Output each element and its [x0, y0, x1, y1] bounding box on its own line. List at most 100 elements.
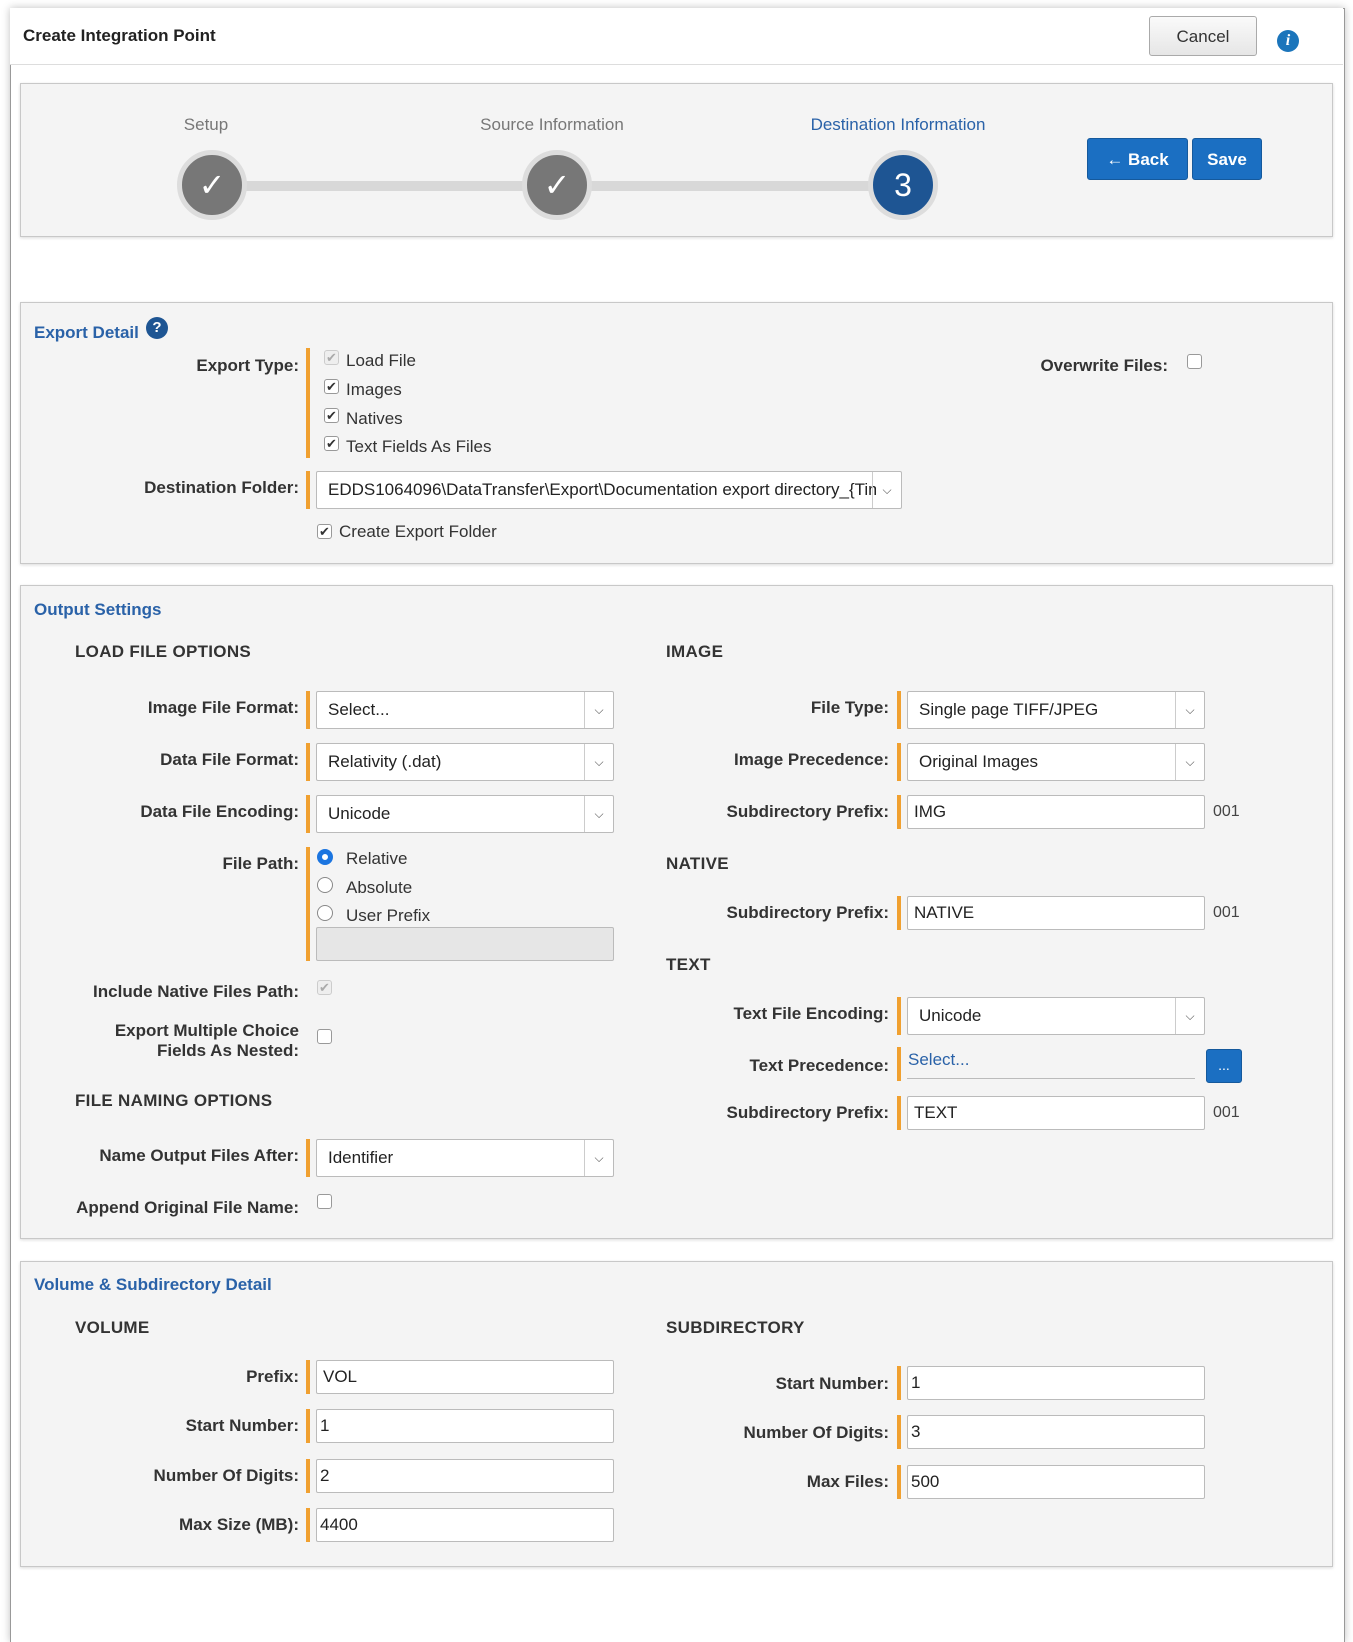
image-file-format-label: Image File Format: — [147, 698, 299, 717]
text-precedence-label: Text Precedence: — [749, 1056, 889, 1075]
export-type-images-checkbox[interactable] — [324, 379, 339, 394]
chevron-down-icon: ⌵ — [1175, 692, 1204, 728]
export-type-loadfile-checkbox — [324, 350, 339, 365]
native-subdir-prefix-label: Subdirectory Prefix: — [726, 903, 890, 922]
file-path-absolute-radio[interactable] — [317, 877, 333, 893]
export-type-natives-checkbox[interactable] — [324, 408, 339, 423]
file-naming-options-heading: FILE NAMING OPTIONS — [75, 1091, 273, 1110]
append-original-checkbox[interactable] — [317, 1194, 332, 1209]
cancel-button[interactable]: Cancel — [1149, 16, 1257, 56]
volume-digits-input[interactable]: 2 — [316, 1459, 614, 1493]
required-marker — [306, 1409, 310, 1443]
save-button[interactable]: Save — [1192, 138, 1262, 180]
export-type-natives-label: Natives — [346, 409, 403, 428]
data-file-format-value: Relativity (.dat) — [328, 752, 442, 771]
name-output-files-value: Identifier — [328, 1148, 394, 1167]
chevron-down-icon: ⌵ — [872, 472, 901, 508]
create-export-folder-checkbox[interactable] — [317, 524, 332, 539]
step-destination-label: Destination Information — [810, 115, 986, 134]
export-type-textfields-label: Text Fields As Files — [346, 437, 492, 456]
volume-start-number-input[interactable]: 1 — [316, 1409, 614, 1443]
data-file-encoding-select[interactable]: Unicode ⌵ — [316, 795, 614, 833]
subdir-digits-input[interactable]: 3 — [907, 1415, 1205, 1449]
step-source-label: Source Information — [480, 115, 624, 134]
back-button[interactable]: ← Back — [1087, 138, 1188, 180]
required-marker — [897, 1047, 901, 1081]
image-subdir-suffix: 001 — [1213, 803, 1240, 820]
step-setup-check-icon[interactable]: ✓ — [177, 150, 247, 220]
max-size-label: Max Size (MB): — [179, 1515, 299, 1534]
native-subdir-prefix-input[interactable]: NATIVE — [907, 896, 1205, 930]
image-file-format-select[interactable]: Select... ⌵ — [316, 691, 614, 729]
export-type-textfields-checkbox[interactable] — [324, 436, 339, 451]
file-type-value: Single page TIFF/JPEG — [919, 700, 1099, 719]
export-detail-title: Export Detail — [34, 323, 139, 342]
info-icon[interactable]: i — [1277, 30, 1299, 52]
file-path-userprefix-radio[interactable] — [317, 905, 333, 921]
text-file-encoding-select[interactable]: Unicode ⌵ — [907, 997, 1205, 1035]
file-path-userprefix-label: User Prefix — [346, 906, 431, 925]
required-marker — [306, 795, 310, 833]
required-marker — [306, 471, 310, 509]
user-prefix-input[interactable] — [316, 927, 614, 961]
step-connector — [212, 181, 552, 191]
image-file-format-value: Select... — [328, 700, 390, 719]
required-marker — [897, 1415, 901, 1449]
volume-prefix-input[interactable]: VOL — [316, 1360, 614, 1394]
required-marker — [897, 997, 901, 1035]
output-settings-title: Output Settings — [34, 600, 162, 619]
required-marker — [306, 348, 310, 458]
file-path-relative-radio[interactable] — [317, 849, 333, 865]
destination-folder-select[interactable]: EDDS1064096\DataTransfer\Export\Document… — [316, 471, 902, 509]
overwrite-files-checkbox[interactable] — [1187, 354, 1202, 369]
required-marker — [306, 1360, 310, 1394]
export-multiple-nested-checkbox[interactable] — [317, 1029, 332, 1044]
include-native-path-label: Include Native Files Path: — [93, 982, 299, 1001]
text-subdir-suffix: 001 — [1213, 1104, 1240, 1121]
data-file-encoding-label: Data File Encoding: — [140, 802, 299, 821]
export-detail-panel — [20, 302, 1333, 564]
image-precedence-select[interactable]: Original Images ⌵ — [907, 743, 1205, 781]
text-precedence-select[interactable]: Select... — [908, 1050, 969, 1070]
required-marker — [897, 1366, 901, 1400]
native-heading: NATIVE — [666, 854, 729, 873]
step-connector — [558, 181, 898, 191]
destination-folder-value: EDDS1064096\DataTransfer\Export\Document… — [328, 480, 876, 499]
required-marker — [306, 1508, 310, 1542]
file-path-label: File Path: — [222, 854, 299, 873]
data-file-format-select[interactable]: Relativity (.dat) ⌵ — [316, 743, 614, 781]
name-output-files-select[interactable]: Identifier ⌵ — [316, 1139, 614, 1177]
required-marker — [897, 795, 901, 829]
text-precedence-picker-button[interactable]: ... — [1206, 1049, 1242, 1083]
image-heading: IMAGE — [666, 642, 724, 661]
step-destination-number: 3 — [868, 150, 938, 220]
volume-subdirectory-title: Volume & Subdirectory Detail — [34, 1275, 272, 1294]
text-subdir-prefix-input[interactable]: TEXT — [907, 1096, 1205, 1130]
image-precedence-value: Original Images — [919, 752, 1039, 771]
data-file-encoding-value: Unicode — [328, 804, 391, 823]
volume-start-number-label: Start Number: — [185, 1416, 299, 1435]
text-precedence-underline — [907, 1078, 1195, 1079]
max-size-input[interactable]: 4400 — [316, 1508, 614, 1542]
image-subdir-prefix-input[interactable]: IMG — [907, 795, 1205, 829]
append-original-label: Append Original File Name: — [76, 1198, 299, 1217]
required-marker — [897, 1096, 901, 1130]
required-marker — [306, 847, 310, 961]
step-setup-label: Setup — [183, 115, 229, 134]
text-subdir-prefix-label: Subdirectory Prefix: — [726, 1103, 890, 1122]
native-subdir-suffix: 001 — [1213, 904, 1240, 921]
file-type-select[interactable]: Single page TIFF/JPEG ⌵ — [907, 691, 1205, 729]
destination-folder-label: Destination Folder: — [144, 478, 299, 497]
export-type-label: Export Type: — [196, 356, 299, 375]
name-output-files-label: Name Output Files After: — [99, 1146, 299, 1165]
volume-digits-label: Number Of Digits: — [153, 1466, 299, 1485]
step-source-check-icon[interactable]: ✓ — [522, 150, 592, 220]
text-file-encoding-label: Text File Encoding: — [733, 1004, 889, 1023]
help-icon[interactable]: ? — [146, 317, 168, 339]
required-marker — [897, 743, 901, 781]
chevron-down-icon: ⌵ — [1175, 998, 1204, 1034]
subdir-start-number-input[interactable]: 1 — [907, 1366, 1205, 1400]
max-files-input[interactable]: 500 — [907, 1465, 1205, 1499]
file-path-absolute-label: Absolute — [346, 878, 413, 897]
subdir-digits-label: Number Of Digits: — [743, 1423, 889, 1442]
